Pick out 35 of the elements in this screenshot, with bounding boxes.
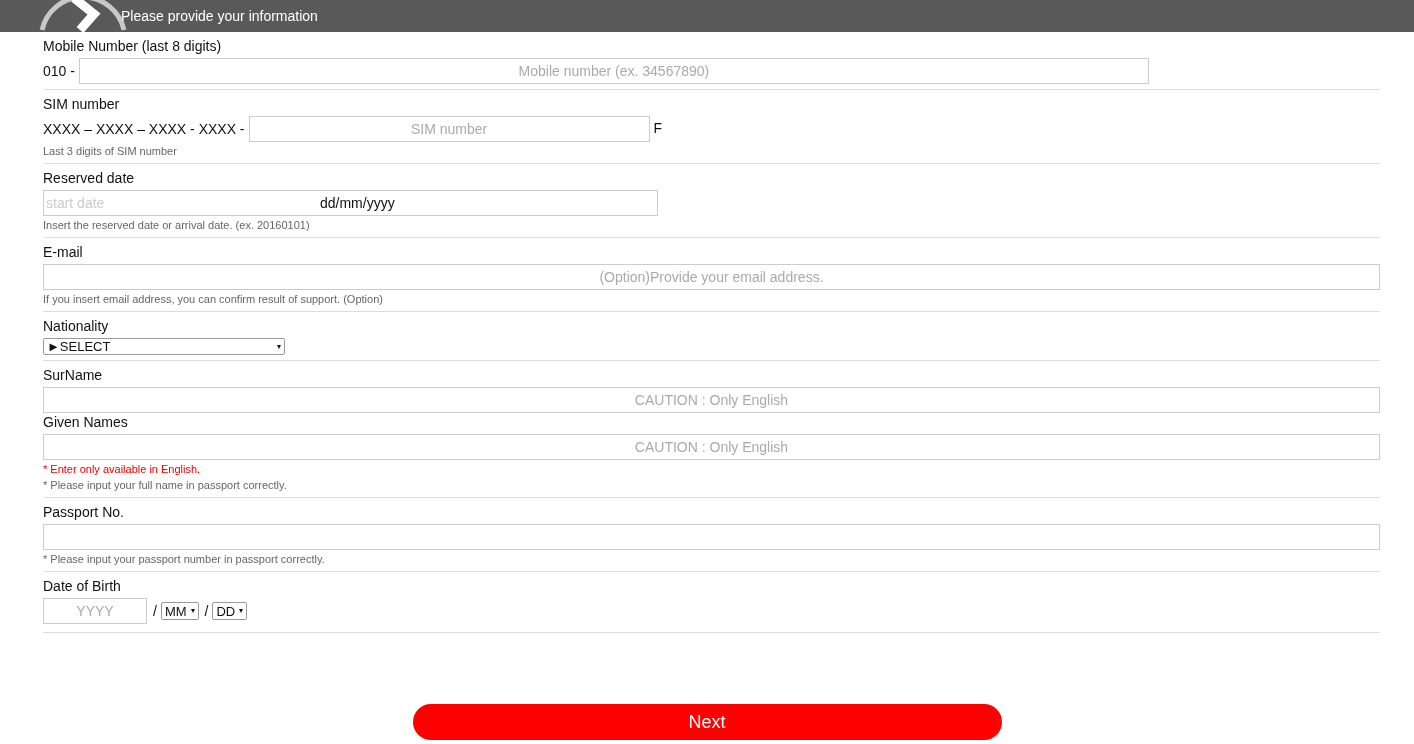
field-label: E-mail: [43, 244, 84, 261]
hint-text: * Please input your full name in passport correctly.: [43, 479, 288, 492]
caret-icon: [277, 344, 281, 349]
field-label: Mobile Number (last 8 digits): [43, 38, 223, 55]
hint-text: If you insert email address, you can confirm result of support. (Option): [43, 293, 384, 306]
hint-text: * Enter only available in English.: [43, 463, 202, 476]
field-label: Date of Birth: [43, 578, 122, 595]
text-field[interactable]: SIM number: [248, 116, 650, 142]
field-prefix: 010 -: [43, 63, 75, 79]
text-field[interactable]: CAUTION : Only English: [43, 387, 1380, 413]
year-field[interactable]: YYYY: [43, 598, 147, 624]
hint-text: Last 3 digits of SIM number: [43, 145, 178, 158]
hint-text: * Please input your passport number in passport correctly.: [43, 553, 326, 566]
header-title: Please provide your information: [121, 8, 318, 24]
hint-text: Insert the reserved date or arrival date. (ex. 20160101): [43, 219, 311, 232]
nationality-dropdown[interactable]: ►SELECT: [43, 338, 285, 355]
text-field[interactable]: (Option)Provide your email address.: [43, 264, 1380, 290]
field-suffix: F: [653, 120, 663, 136]
field-label: Nationality: [43, 318, 110, 335]
field-label: SurName: [43, 367, 104, 384]
field-label: Passport No.: [43, 504, 125, 521]
text-field[interactable]: Mobile number (ex. 34567890): [78, 58, 1149, 84]
caret-icon: [239, 609, 244, 613]
month-dropdown[interactable]: MM: [160, 602, 199, 620]
caret-icon: [190, 609, 195, 613]
field-label: Given Names: [43, 414, 129, 431]
field-label: Reserved date: [43, 170, 136, 187]
text-field[interactable]: [43, 524, 1380, 550]
field-label: SIM number: [43, 96, 121, 113]
date-separator: /: [153, 603, 157, 619]
next-button[interactable]: Next: [412, 704, 1002, 740]
day-dropdown[interactable]: DD: [212, 602, 248, 620]
field-prefix: XXXX – XXXX – XXXX - XXXX -: [43, 121, 245, 137]
date-separator: /: [204, 603, 209, 619]
text-field[interactable]: CAUTION : Only English: [43, 434, 1380, 460]
